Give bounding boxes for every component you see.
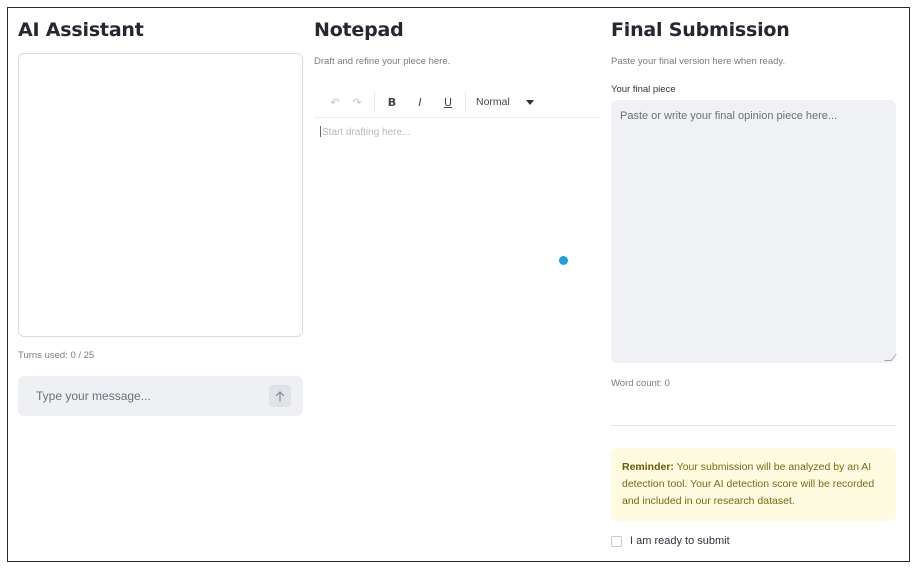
submission-title: Final Submission <box>611 19 790 41</box>
notepad-editor[interactable]: Start drafting here... <box>314 120 600 350</box>
chat-history[interactable] <box>18 53 303 337</box>
section-divider <box>611 425 896 426</box>
bold-button[interactable]: B <box>381 96 403 109</box>
toolbar-divider <box>465 92 466 112</box>
ready-checkbox-row[interactable]: I am ready to submit <box>611 535 730 547</box>
notepad-subtitle: Draft and refine your piece here. <box>314 56 451 67</box>
arrow-up-icon <box>275 390 285 402</box>
chat-input[interactable] <box>28 382 258 410</box>
editor-toolbar: ↶ ↷ B I U Normal <box>314 87 600 118</box>
notepad-title: Notepad <box>314 19 404 41</box>
reminder-banner: Reminder: Your submission will be analyz… <box>611 448 896 521</box>
underline-button[interactable]: U <box>437 96 459 109</box>
ready-checkbox[interactable] <box>611 535 622 547</box>
final-piece-label: Your final piece <box>611 84 676 95</box>
chevron-down-icon <box>525 99 534 105</box>
send-button[interactable] <box>269 385 291 407</box>
turns-counter: Turns used: 0 / 25 <box>18 350 95 361</box>
editor-placeholder: Start drafting here... <box>322 127 411 138</box>
final-piece-textarea[interactable] <box>611 100 896 363</box>
ready-checkbox-label: I am ready to submit <box>630 535 730 547</box>
redo-icon[interactable]: ↷ <box>346 96 368 109</box>
format-select[interactable]: Normal <box>472 96 534 108</box>
assistant-title: AI Assistant <box>18 19 144 41</box>
undo-icon[interactable]: ↶ <box>324 96 346 109</box>
text-cursor <box>320 126 321 137</box>
reminder-heading: Reminder: <box>622 461 674 473</box>
word-count: Word count: 0 <box>611 378 670 389</box>
toolbar-divider <box>374 92 375 112</box>
status-dot <box>559 256 568 265</box>
submission-subtitle: Paste your final version here when ready… <box>611 56 786 67</box>
format-select-value: Normal <box>476 96 510 108</box>
chat-input-container <box>18 376 303 416</box>
italic-button[interactable]: I <box>409 96 431 109</box>
